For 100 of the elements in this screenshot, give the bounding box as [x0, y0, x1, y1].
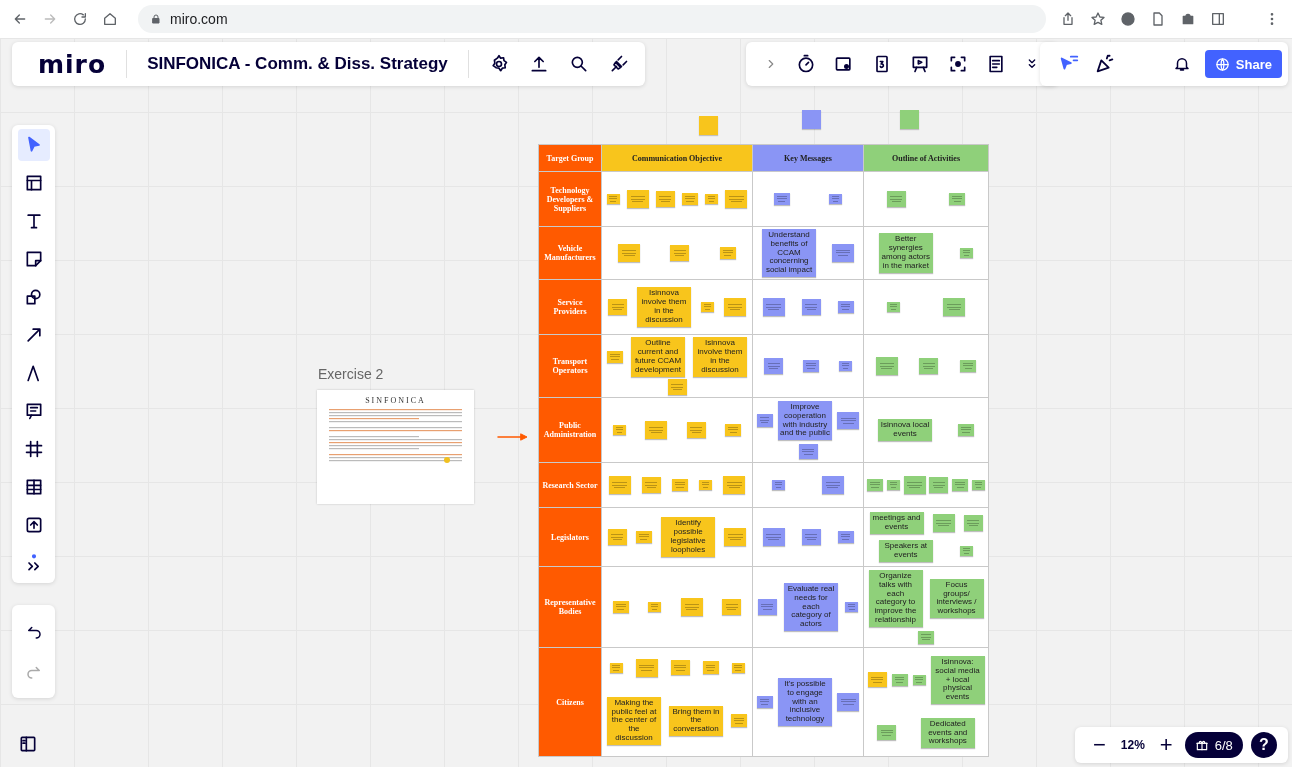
sticky-note[interactable]	[699, 479, 713, 491]
sticky-note[interactable]	[648, 601, 662, 613]
sticky-note[interactable]	[641, 477, 661, 493]
sticky-note[interactable]	[655, 191, 675, 207]
home-icon[interactable]	[102, 11, 118, 27]
sticky-note[interactable]	[612, 424, 626, 436]
sticky-note[interactable]	[635, 659, 658, 677]
sticky-note[interactable]	[773, 192, 790, 206]
presentation-icon[interactable]	[910, 54, 930, 74]
sticky-note[interactable]: Speakers at events	[878, 540, 933, 562]
sticky-note[interactable]	[801, 299, 821, 315]
sticky-note[interactable]: Understand benefits of CCAM concerning social impact	[762, 229, 816, 277]
sticky-note[interactable]	[958, 423, 974, 437]
sticky-note[interactable]	[725, 190, 748, 208]
sticky-note[interactable]	[608, 476, 631, 494]
focus-icon[interactable]	[948, 54, 968, 74]
sticky-note[interactable]	[943, 298, 966, 316]
address-bar[interactable]: miro.com	[138, 5, 1046, 33]
sticky-note[interactable]	[960, 545, 974, 557]
bell-icon[interactable]	[1172, 55, 1191, 73]
sticky-note[interactable]	[963, 515, 983, 531]
sticky-note[interactable]	[607, 529, 627, 545]
sticky-note[interactable]	[705, 193, 719, 205]
sticky-note[interactable]	[723, 476, 746, 494]
sticky-note[interactable]: Identify possible legislative loopholes	[661, 517, 716, 557]
sticky-note[interactable]	[618, 244, 641, 262]
sticky-note[interactable]	[612, 600, 629, 614]
sticky-note[interactable]	[635, 530, 652, 544]
sticky-note[interactable]	[686, 422, 706, 438]
cursor-tool[interactable]	[17, 129, 50, 161]
sticky-note[interactable]	[702, 661, 719, 675]
sticky-note[interactable]	[891, 673, 908, 687]
card-icon[interactable]	[834, 54, 854, 74]
sticky-note[interactable]	[837, 411, 860, 430]
sticky-note[interactable]	[886, 191, 906, 207]
sticky-note[interactable]	[722, 599, 742, 615]
sticky-note[interactable]: Improve cooperation with industry and the public	[778, 400, 832, 441]
sticky-note[interactable]	[875, 357, 898, 375]
sticky-note[interactable]	[837, 300, 854, 314]
star-icon[interactable]	[1090, 11, 1106, 27]
sticky-note[interactable]	[682, 192, 699, 206]
sticky-note[interactable]: Making the public feel at the center of the discussion	[607, 696, 661, 745]
timer-icon[interactable]	[796, 54, 816, 74]
sticky-note[interactable]	[772, 479, 786, 491]
sticky-note[interactable]	[912, 674, 926, 686]
notes-icon[interactable]	[986, 54, 1006, 74]
sticky-note[interactable]	[606, 193, 620, 205]
sticky-note[interactable]	[960, 359, 977, 373]
sticky-note[interactable]	[972, 479, 986, 491]
sidebar-icon[interactable]	[1210, 11, 1226, 27]
forward-icon[interactable]	[42, 11, 58, 27]
sticky-note[interactable]	[877, 725, 897, 741]
sticky-note[interactable]: Outline current and future CCAM development	[631, 337, 685, 377]
sticky-note[interactable]	[886, 479, 900, 491]
sticky-note[interactable]: Isinnova local events	[878, 419, 932, 441]
back-icon[interactable]	[12, 11, 28, 27]
zoom-in-button[interactable]: +	[1155, 732, 1177, 758]
sticky-note[interactable]: Isinnova: social media + local physical events	[930, 655, 985, 704]
sticky-note[interactable]	[756, 695, 773, 709]
sticky-note[interactable]: meetings and events	[869, 512, 924, 534]
sticky-note[interactable]: Focus groups/ interviews / workshops	[929, 578, 984, 619]
sticky-note[interactable]	[867, 672, 887, 688]
sticky-note[interactable]	[801, 529, 821, 545]
sticky-note[interactable]	[932, 514, 955, 532]
share-button[interactable]: Share	[1204, 50, 1282, 78]
sticky-note[interactable]	[607, 350, 623, 364]
sticky-note[interactable]	[756, 414, 773, 427]
sticky-note[interactable]	[960, 247, 974, 259]
sticky-note[interactable]	[952, 478, 969, 492]
zoom-level[interactable]: 12%	[1117, 738, 1148, 752]
sticky-note[interactable]	[725, 423, 742, 437]
progress-badge[interactable]: 6/8	[1184, 732, 1243, 758]
sticky-note[interactable]	[837, 693, 860, 711]
reload-icon[interactable]	[72, 11, 88, 27]
sticky-note[interactable]	[670, 660, 690, 676]
sticky-note[interactable]	[731, 662, 745, 674]
help-button[interactable]: ?	[1250, 732, 1277, 758]
sticky-note[interactable]: Organize talks with each category to improve the relationship	[868, 570, 923, 627]
sticky-note[interactable]: Better synergies among actors in the market	[878, 233, 933, 273]
party-icon[interactable]	[1094, 53, 1116, 75]
sticky-note[interactable]	[762, 298, 785, 316]
sticky-note[interactable]: Isinnova involve them in the discussion	[637, 287, 691, 327]
panel-icon[interactable]	[18, 734, 38, 754]
sticky-note[interactable]	[829, 193, 843, 205]
sticky-note[interactable]	[903, 476, 926, 494]
sticky-note[interactable]	[757, 599, 777, 615]
sticky-note[interactable]	[670, 245, 690, 261]
sticky-note[interactable]	[645, 421, 668, 439]
logo[interactable]: miro	[38, 49, 107, 79]
sticky-note[interactable]: Dedicated events and workshops	[920, 717, 975, 749]
sticky-note[interactable]	[949, 192, 966, 206]
document-icon[interactable]	[1150, 11, 1166, 27]
sticky-note[interactable]	[667, 379, 687, 395]
sticky-note[interactable]	[701, 301, 714, 313]
sticky-note[interactable]	[719, 246, 736, 260]
sticky-note[interactable]	[886, 301, 900, 313]
sticky-note[interactable]	[866, 478, 883, 492]
sticky-note[interactable]: Evaluate real needs for each category of actors	[784, 583, 838, 631]
sticky-note[interactable]	[798, 443, 818, 460]
sticky-note[interactable]	[762, 528, 785, 546]
